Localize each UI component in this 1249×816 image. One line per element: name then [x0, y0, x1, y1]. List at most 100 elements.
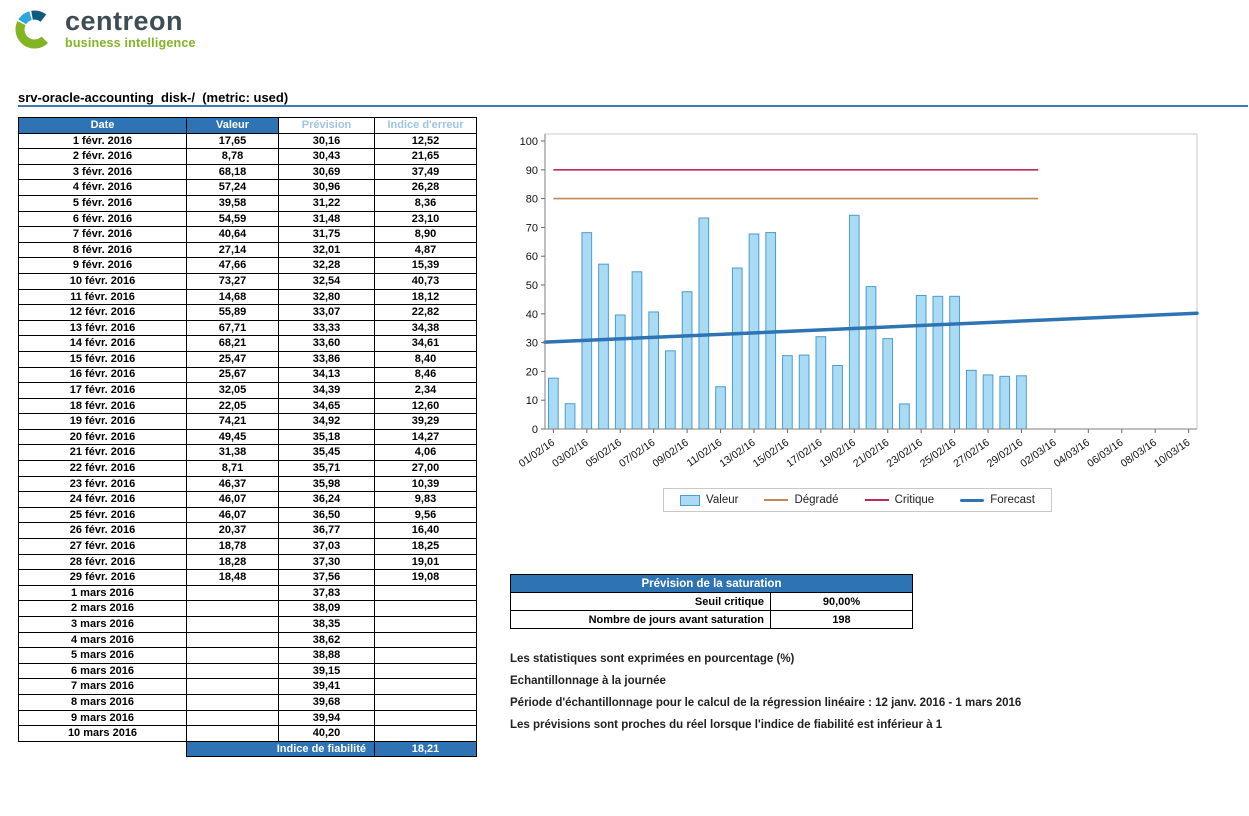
valeur-cell — [187, 601, 279, 617]
report-page: centreon business intelligence srv-oracl… — [0, 0, 1249, 816]
svg-text:03/02/16: 03/02/16 — [550, 437, 590, 470]
table-row: 4 févr. 201657,2430,9626,28 — [19, 180, 477, 196]
table-row: 19 févr. 201674,2134,9239,29 — [19, 414, 477, 430]
valeur-cell — [187, 632, 279, 648]
svg-text:19/02/16: 19/02/16 — [818, 437, 858, 470]
prevision-cell: 30,16 — [279, 133, 375, 149]
date-cell: 6 févr. 2016 — [19, 211, 187, 227]
title-divider — [18, 105, 1248, 107]
valeur-cell: 57,24 — [187, 180, 279, 196]
error-index-cell: 2,34 — [375, 383, 477, 399]
svg-text:23/02/16: 23/02/16 — [885, 437, 925, 470]
table-row: 14 févr. 201668,2133,6034,61 — [19, 336, 477, 352]
table-row: 5 mars 201638,88 — [19, 648, 477, 664]
table-row: 15 févr. 201625,4733,868,40 — [19, 351, 477, 367]
prevision-cell: 36,77 — [279, 523, 375, 539]
svg-text:21/02/16: 21/02/16 — [851, 437, 891, 470]
table-row: 17 févr. 201632,0534,392,34 — [19, 383, 477, 399]
error-index-cell: 21,65 — [375, 149, 477, 165]
legend-label-forecast: Forecast — [990, 494, 1035, 506]
date-cell: 20 févr. 2016 — [19, 429, 187, 445]
error-index-cell: 34,61 — [375, 336, 477, 352]
valeur-cell: 49,45 — [187, 429, 279, 445]
table-footer-row: Indice de fiabilité 18,21 — [19, 741, 477, 757]
legend-item-valeur: Valeur — [680, 494, 738, 506]
critique-swatch-icon — [865, 499, 889, 501]
brand-tagline: business intelligence — [65, 36, 196, 50]
legend-item-critique: Critique — [865, 494, 935, 506]
date-cell: 17 févr. 2016 — [19, 383, 187, 399]
prevision-cell: 32,80 — [279, 289, 375, 305]
valeur-cell: 68,21 — [187, 336, 279, 352]
prevision-cell: 32,01 — [279, 242, 375, 258]
saturation-row-days: Nombre de jours avant saturation 198 — [511, 611, 913, 629]
saturation-title: Prévision de la saturation — [511, 575, 913, 593]
table-row: 2 févr. 20168,7830,4321,65 — [19, 149, 477, 165]
forecast-swatch-icon — [960, 499, 984, 502]
valeur-cell: 31,38 — [187, 445, 279, 461]
error-index-cell: 8,40 — [375, 351, 477, 367]
legend-label-valeur: Valeur — [706, 494, 738, 506]
date-cell: 5 févr. 2016 — [19, 195, 187, 211]
date-cell: 9 févr. 2016 — [19, 258, 187, 274]
forecast-table-body: 1 févr. 201617,6530,1612,522 févr. 20168… — [19, 133, 477, 741]
chart-legend: Valeur Dégradé Critique Forecast — [663, 488, 1052, 512]
critical-threshold-label: Seuil critique — [511, 593, 771, 611]
table-row: 6 févr. 201654,5931,4823,10 — [19, 211, 477, 227]
error-index-cell: 19,08 — [375, 570, 477, 586]
prevision-cell: 35,18 — [279, 429, 375, 445]
date-cell: 2 févr. 2016 — [19, 149, 187, 165]
svg-text:10/03/16: 10/03/16 — [1152, 437, 1192, 470]
valeur-cell — [187, 679, 279, 695]
date-cell: 1 févr. 2016 — [19, 133, 187, 149]
table-row: 3 mars 201638,35 — [19, 617, 477, 633]
valeur-cell — [187, 663, 279, 679]
prevision-cell: 36,50 — [279, 507, 375, 523]
svg-text:30: 30 — [526, 338, 538, 350]
error-index-cell: 14,27 — [375, 429, 477, 445]
svg-text:07/02/16: 07/02/16 — [617, 437, 657, 470]
valeur-cell — [187, 694, 279, 710]
error-index-cell: 19,01 — [375, 554, 477, 570]
valeur-cell — [187, 710, 279, 726]
centreon-logo-icon — [12, 7, 57, 52]
valeur-cell: 27,14 — [187, 242, 279, 258]
error-index-cell: 37,49 — [375, 164, 477, 180]
svg-text:80: 80 — [526, 194, 538, 206]
table-row: 6 mars 201639,15 — [19, 663, 477, 679]
valeur-cell: 46,07 — [187, 492, 279, 508]
prevision-cell: 38,09 — [279, 601, 375, 617]
valeur-cell: 39,58 — [187, 195, 279, 211]
error-index-cell: 8,46 — [375, 367, 477, 383]
prevision-cell: 37,30 — [279, 554, 375, 570]
date-cell: 8 févr. 2016 — [19, 242, 187, 258]
error-index-cell: 10,39 — [375, 476, 477, 492]
date-cell: 18 févr. 2016 — [19, 398, 187, 414]
valeur-cell: 47,66 — [187, 258, 279, 274]
error-index-cell: 4,06 — [375, 445, 477, 461]
date-cell: 15 févr. 2016 — [19, 351, 187, 367]
svg-text:05/02/16: 05/02/16 — [584, 437, 624, 470]
error-index-cell — [375, 632, 477, 648]
table-row: 9 févr. 201647,6632,2815,39 — [19, 258, 477, 274]
date-cell: 3 févr. 2016 — [19, 164, 187, 180]
error-index-cell — [375, 648, 477, 664]
col-header-indice-erreur: Indice d'erreur — [375, 118, 477, 134]
date-cell: 21 févr. 2016 — [19, 445, 187, 461]
svg-text:100: 100 — [520, 136, 538, 148]
error-index-cell — [375, 663, 477, 679]
date-cell: 28 févr. 2016 — [19, 554, 187, 570]
date-cell: 12 févr. 2016 — [19, 305, 187, 321]
prevision-cell: 32,54 — [279, 273, 375, 289]
table-row: 26 févr. 201620,3736,7716,40 — [19, 523, 477, 539]
svg-text:29/02/16: 29/02/16 — [985, 437, 1025, 470]
days-before-saturation-label: Nombre de jours avant saturation — [511, 611, 771, 629]
date-cell: 4 mars 2016 — [19, 632, 187, 648]
prevision-cell: 37,03 — [279, 539, 375, 555]
error-index-cell: 34,38 — [375, 320, 477, 336]
valeur-cell: 20,37 — [187, 523, 279, 539]
prevision-cell: 39,68 — [279, 694, 375, 710]
error-index-cell: 40,73 — [375, 273, 477, 289]
svg-text:25/02/16: 25/02/16 — [918, 437, 958, 470]
error-index-cell: 9,83 — [375, 492, 477, 508]
